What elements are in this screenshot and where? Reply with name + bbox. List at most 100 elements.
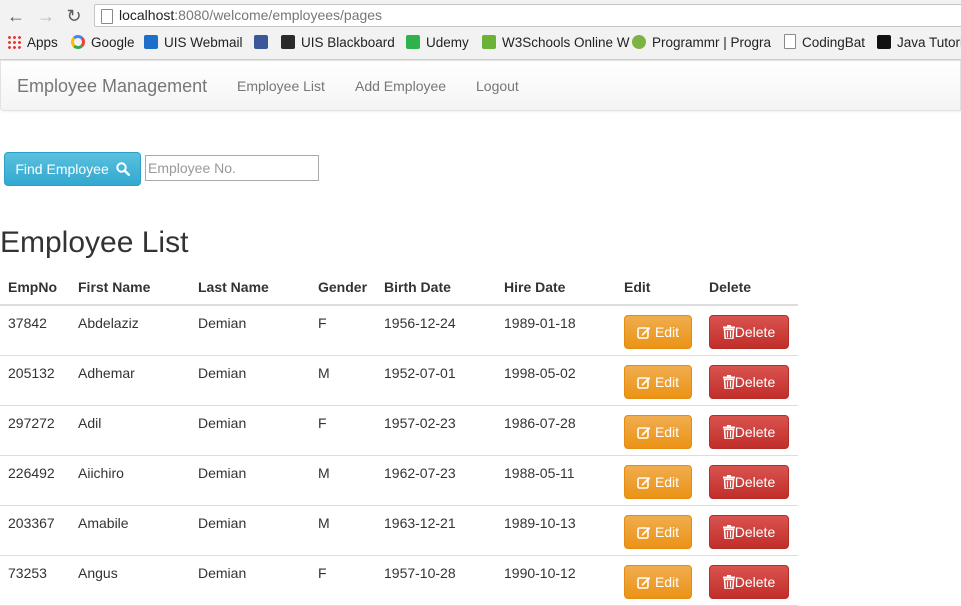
cell-birth-date: 1963-12-21: [376, 505, 496, 556]
cell-gender: M: [310, 505, 376, 556]
edit-button[interactable]: Edit: [624, 464, 692, 499]
programmr-icon: [632, 35, 646, 49]
cell-last-name: Demian: [190, 505, 310, 556]
cell-hire-date: 1988-05-11: [496, 455, 616, 506]
delete-button[interactable]: Delete: [709, 315, 789, 349]
cell-edit: Edit: [616, 505, 701, 556]
cell-delete: Delete: [701, 505, 798, 556]
cell-empno: 226492: [0, 455, 70, 506]
java-icon: [877, 35, 891, 49]
cell-birth-date: 1957-10-28: [376, 555, 496, 606]
cell-gender: F: [310, 555, 376, 606]
table-row: 205132 Adhemar Demian M 1952-07-01 1998-05-02…: [0, 355, 798, 406]
reload-icon[interactable]: ↻: [64, 6, 84, 26]
cell-delete: Delete: [701, 555, 798, 606]
bookmarks-bar: Apps Google UIS Webmail UIS Blackboard U…: [0, 31, 961, 55]
cell-last-name: Demian: [190, 555, 310, 606]
forward-arrow-icon[interactable]: →: [36, 6, 56, 26]
nav-employee-list[interactable]: Employee List: [237, 78, 325, 95]
bookmark-apps[interactable]: Apps: [7, 34, 58, 52]
column-header-birth-date: Birth Date: [376, 270, 496, 306]
cell-edit: Edit: [616, 555, 701, 606]
table-row: 73253 Angus Demian F 1957-10-28 1990-10-12 Edi…: [0, 555, 798, 606]
column-header-last-name: Last Name: [190, 270, 310, 306]
table-row: 203367 Amabile Demian M 1963-12-21 1989-10-13…: [0, 505, 798, 556]
cell-last-name: Demian: [190, 455, 310, 506]
cell-delete: Delete: [701, 355, 798, 406]
edit-button[interactable]: Edit: [624, 315, 692, 349]
bookmark-programmr[interactable]: Programmr | Progra: [632, 34, 771, 52]
cell-delete: Delete: [701, 455, 798, 506]
bookmark-facebook[interactable]: [254, 34, 276, 52]
trash-icon: [722, 524, 735, 540]
cell-birth-date: 1956-12-24: [376, 305, 496, 356]
column-header-empno: EmpNo: [0, 270, 70, 306]
edit-button[interactable]: Edit: [624, 564, 692, 599]
cell-first-name: Amabile: [70, 505, 190, 556]
bookmark-uis-blackboard[interactable]: UIS Blackboard: [281, 34, 395, 52]
column-header-gender: Gender: [310, 270, 376, 306]
cell-hire-date: 1986-07-28: [496, 405, 616, 456]
cell-hire-date: 1998-05-02: [496, 355, 616, 406]
cell-edit: Edit: [616, 405, 701, 456]
cell-first-name: Aiichiro: [70, 455, 190, 506]
url-text: localhost:8080/welcome/employees/pages: [119, 7, 383, 23]
app-navbar: Employee Management Employee List Add Em…: [0, 60, 961, 111]
delete-label: Delete: [734, 473, 776, 490]
address-bar[interactable]: localhost:8080/welcome/employees/pages: [94, 4, 961, 27]
edit-label: Edit: [654, 324, 680, 340]
delete-button[interactable]: Delete: [709, 414, 789, 449]
column-header-edit: Edit: [616, 270, 701, 306]
table-row: 226492 Aiichiro Demian M 1962-07-23 1988-05-1…: [0, 455, 798, 506]
nav-logout[interactable]: Logout: [476, 78, 519, 95]
cell-birth-date: 1962-07-23: [376, 455, 496, 506]
edit-icon: [637, 327, 651, 339]
cell-gender: F: [310, 305, 376, 356]
page-title: Employee List: [0, 226, 189, 259]
cell-last-name: Demian: [190, 305, 310, 356]
cell-gender: F: [310, 405, 376, 456]
delete-button[interactable]: Delete: [709, 364, 789, 399]
navbar-brand[interactable]: Employee Management: [17, 76, 207, 96]
edit-icon: [637, 376, 651, 389]
cell-hire-date: 1989-10-13: [496, 505, 616, 556]
back-arrow-icon[interactable]: ←: [6, 6, 26, 26]
bookmark-uis-webmail[interactable]: UIS Webmail: [144, 34, 243, 52]
delete-button[interactable]: Delete: [709, 464, 789, 499]
cell-gender: M: [310, 355, 376, 406]
cell-gender: M: [310, 455, 376, 506]
page-icon: [784, 34, 796, 49]
bookmark-udemy[interactable]: Udemy: [406, 34, 469, 52]
delete-button[interactable]: Delete: [709, 514, 789, 549]
cell-hire-date: 1990-10-12: [496, 555, 616, 606]
delete-label: Delete: [734, 523, 776, 540]
find-employee-button[interactable]: Find Employee: [4, 152, 141, 186]
bookmark-w3schools[interactable]: W3Schools Online W: [482, 34, 630, 52]
employee-table: EmpNo First Name Last Name Gender Birth …: [0, 270, 798, 606]
bookmark-google[interactable]: Google: [71, 34, 135, 52]
edit-button[interactable]: Edit: [624, 414, 692, 449]
delete-label: Delete: [734, 423, 776, 440]
employee-no-input[interactable]: [145, 155, 319, 181]
cell-empno: 37842: [0, 305, 70, 356]
udemy-icon: [406, 35, 420, 49]
delete-button[interactable]: Delete: [709, 564, 789, 599]
edit-button[interactable]: Edit: [624, 514, 692, 549]
edit-icon: [637, 576, 651, 589]
trash-icon: [722, 374, 735, 390]
cell-delete: Delete: [701, 305, 798, 356]
page-icon: [101, 9, 113, 24]
cell-first-name: Abdelaziz: [70, 305, 190, 356]
outlook-icon: [144, 35, 158, 49]
nav-add-employee[interactable]: Add Employee: [355, 78, 446, 95]
edit-icon: [637, 426, 651, 439]
column-header-hire-date: Hire Date: [496, 270, 616, 306]
delete-label: Delete: [734, 573, 776, 590]
bookmark-java-tutorial[interactable]: Java Tutori: [877, 34, 961, 52]
edit-button[interactable]: Edit: [624, 364, 692, 399]
column-header-delete: Delete: [701, 270, 798, 306]
w3schools-icon: [482, 35, 496, 49]
edit-icon: [637, 476, 651, 489]
bookmark-codingbat[interactable]: CodingBat: [784, 34, 865, 52]
apps-grid-icon: [7, 35, 21, 49]
